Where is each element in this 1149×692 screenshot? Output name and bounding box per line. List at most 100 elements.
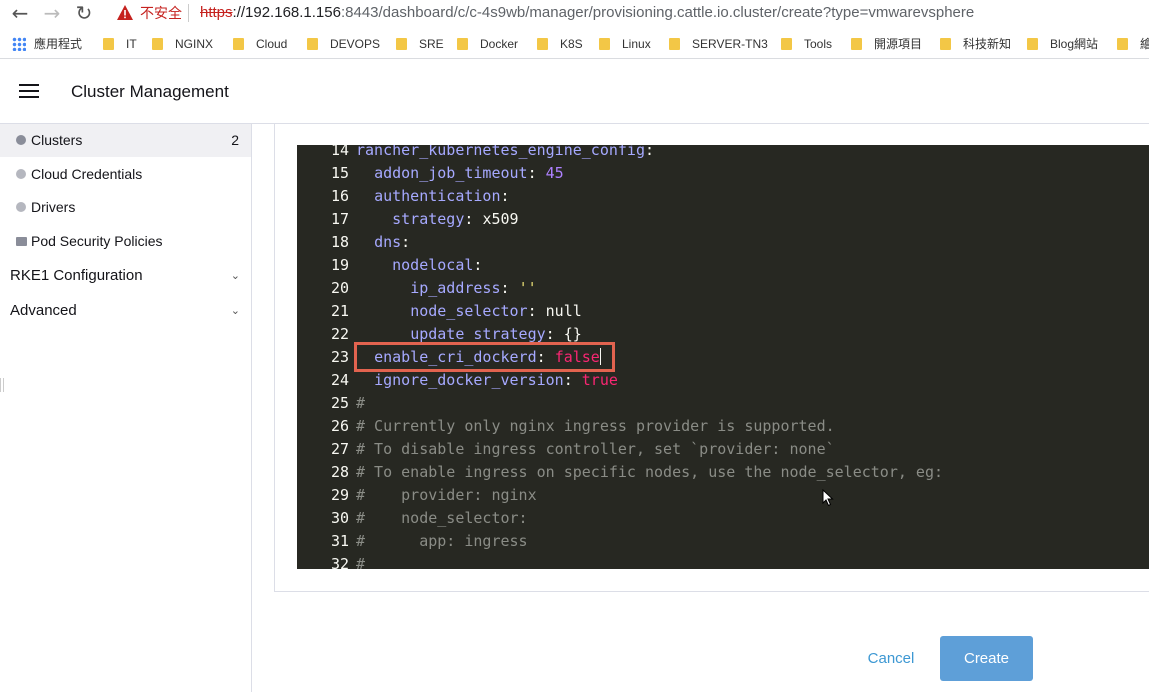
line-number: 29 [330,486,349,504]
bookmark-item[interactable]: 科技新知 [940,36,1011,52]
line-number: 18 [330,233,349,251]
folder-icon [1117,38,1128,50]
sidebar-item-cloud-credentials[interactable]: Cloud Credentials [0,158,251,191]
sidebar-item-clusters[interactable]: Clusters 2 [0,124,251,157]
sidebar-item-drivers[interactable]: Drivers [0,191,251,224]
bookmark-label: SERVER-TN3 [692,37,768,51]
yaml-value: x509 [482,210,519,228]
code-content: ip_address: '' [410,279,537,297]
folder-icon [16,237,27,246]
folder-icon [307,38,318,50]
bookmark-item[interactable]: NGINX [152,36,213,52]
resize-handle[interactable] [0,378,4,392]
bookmark-label: 應用程式 [34,37,83,51]
folder-icon [599,38,610,50]
app-header: Cluster Management [0,59,1149,124]
folder-icon [940,38,951,50]
url-separator [188,4,189,22]
chevron-down-icon: ⌄ [230,304,240,317]
line-number: 24 [330,371,349,389]
url-path: :8443/dashboard/c/c-4s9wb/manager/provis… [340,4,975,21]
yaml-value: null [545,302,582,320]
line-number: 27 [330,440,349,458]
reload-icon[interactable]: ↻ [72,2,96,24]
folder-icon [537,38,548,50]
folder-icon [1027,38,1038,50]
bookmark-item[interactable]: SRE [396,36,444,52]
bookmark-item[interactable]: DEVOPS [307,36,380,52]
sidebar-group-rke1-configuration[interactable]: RKE1 Configuration ⌄ [10,259,242,293]
yaml-key: ignore_docker_version [374,371,564,389]
folder-icon [152,38,163,50]
url-protocol: https [200,4,233,21]
code-content: node_selector: null [410,302,582,320]
sidebar-group-advanced[interactable]: Advanced ⌄ [10,294,242,328]
bookmark-item[interactable]: IT [103,36,137,52]
line-number: 17 [330,210,349,228]
code-line: 21 node_selector: null [297,300,1149,323]
bookmark-label: 繪 [1140,37,1149,51]
line-number: 20 [330,279,349,297]
bookmark-label: K8S [560,37,583,51]
forward-arrow-icon[interactable]: → [40,2,64,24]
code-content: nodelocal: [392,256,483,274]
bookmark-label: IT [126,37,137,51]
bookmark-label: Docker [480,37,519,51]
yaml-value: true [581,371,618,389]
bookmark-label: NGINX [175,37,214,51]
bookmark-item[interactable]: SERVER-TN3 [669,36,768,52]
bookmark-item[interactable]: K8S [537,36,583,52]
code-comment: # provider: nginx [356,486,537,504]
code-line: 32 # [297,553,1149,569]
hamburger-menu-icon[interactable] [19,84,39,98]
code-comment: # To enable ingress on specific nodes, u… [356,463,943,481]
bookmark-label: Blog網站 [1050,37,1099,51]
code-content: addon_job_timeout: 45 [374,164,564,182]
warning-icon[interactable] [116,4,134,22]
bookmark-item[interactable]: Docker [457,36,518,52]
folder-icon [781,38,792,50]
sidebar-item-label: Cloud Credentials [31,166,143,182]
code-line: 27 # To disable ingress controller, set `… [297,438,1149,461]
yaml-key: nodelocal [392,256,474,274]
yaml-key: rancher_kubernetes_engine_config [356,145,645,159]
bookmark-item[interactable]: Cloud [233,36,287,52]
bookmark-item[interactable]: Blog網站 [1027,36,1098,52]
bookmark-label: 科技新知 [963,37,1012,51]
code-comment: # Currently only nginx ingress provider … [356,417,835,435]
code-line: 20 ip_address: '' [297,277,1149,300]
code-line: 26 # Currently only nginx ingress provide… [297,415,1149,438]
code-line: 24 ignore_docker_version: true [297,369,1149,392]
sidebar-group-label: RKE1 Configuration [10,267,143,284]
folder-icon [457,38,468,50]
sidebar-item-label: Pod Security Policies [31,233,163,249]
line-number: 25 [330,394,349,412]
code-line: 18 dns: [297,231,1149,254]
bookmark-item[interactable]: Tools [781,36,832,52]
bookmark-item[interactable]: 開源項目 [851,36,922,52]
back-arrow-icon[interactable]: ← [8,2,32,24]
code-content: ignore_docker_version: true [374,371,618,389]
bookmark-label: DEVOPS [330,37,381,51]
bookmark-item[interactable]: Linux [599,36,651,52]
code-comment: # app: ingress [356,532,528,550]
bookmark-item[interactable]: 繪 [1117,36,1149,52]
line-number: 32 [330,555,349,569]
address-bar[interactable]: https://192.168.1.156:8443/dashboard/c/c… [200,3,974,23]
code-comment: # [356,394,366,412]
bookmark-label: Tools [804,37,833,51]
code-line: 30 # node_selector: [297,507,1149,530]
yaml-key: ip_address [410,279,501,297]
highlight-annotation-box [354,342,615,372]
yaml-key: authentication [374,187,501,205]
code-content: dns: [374,233,411,251]
security-status[interactable]: 不安全 [140,4,182,22]
yaml-key: update_strategy [410,325,546,343]
create-button[interactable]: Create [940,636,1033,681]
line-number: 14 [330,145,349,159]
mouse-cursor-icon [822,489,834,507]
cancel-button[interactable]: Cancel [854,637,928,681]
sidebar-item-pod-security-policies[interactable]: Pod Security Policies [0,225,251,258]
bookmark-apps[interactable]: 應用程式 [12,36,82,52]
code-content: authentication: [374,187,510,205]
